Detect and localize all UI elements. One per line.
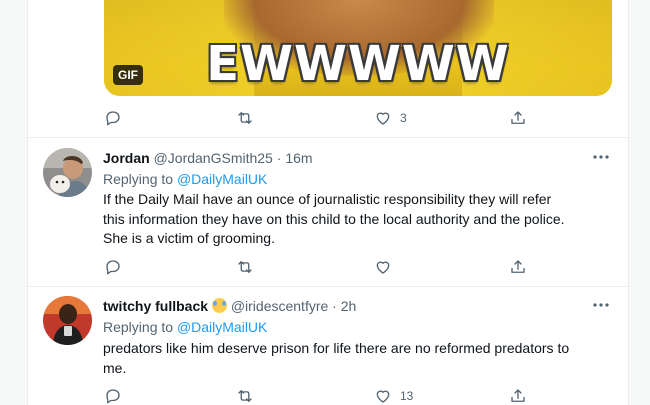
user-handle[interactable]: @JordanGSmith25 (154, 150, 273, 166)
like-button[interactable]: 13 (374, 385, 413, 405)
share-icon (511, 260, 525, 273)
tweet-actions (104, 256, 534, 278)
avatar[interactable] (43, 296, 92, 345)
tweet-text-line: She is a victim of grooming. (103, 230, 275, 246)
reply-button[interactable] (104, 385, 122, 405)
reply-button[interactable] (104, 256, 122, 278)
retweet-icon (238, 112, 252, 124)
like-button[interactable]: 3 (374, 107, 407, 129)
replying-to: Replying to @DailyMailUK (103, 319, 267, 335)
reply-icon (106, 260, 120, 275)
tweet-text: If the Daily Mail have an ounce of journ… (103, 190, 613, 249)
separator: · (332, 298, 337, 314)
avatar-photo (43, 296, 92, 345)
avatar-photo (43, 148, 92, 197)
retweet-button[interactable] (236, 385, 254, 405)
more-icon (593, 303, 609, 307)
gif-badge: GIF (113, 65, 143, 85)
replying-to-label: Replying to (103, 319, 174, 335)
heart-icon (376, 112, 390, 125)
timestamp[interactable]: 2h (341, 298, 357, 314)
timestamp[interactable]: 16m (285, 150, 312, 166)
share-icon (511, 389, 525, 402)
share-button[interactable] (509, 256, 527, 278)
retweet-button[interactable] (236, 107, 254, 129)
share-button[interactable] (509, 385, 527, 405)
mention-link[interactable]: @DailyMailUK (177, 319, 267, 335)
retweet-icon (238, 390, 252, 402)
tweet[interactable]: twitchy fullback @iridescentfyre · 2h Re… (28, 286, 628, 405)
tweet-text-line: predators like him deserve prison for li… (103, 340, 570, 356)
reply-button[interactable] (104, 107, 122, 129)
heart-icon (376, 261, 390, 274)
tweet-text-line: me. (103, 359, 127, 376)
display-name[interactable]: twitchy fullback (103, 298, 208, 314)
like-count: 13 (400, 389, 414, 403)
like-button[interactable] (374, 256, 392, 278)
tweet-text: predators like him deserve prison for li… (103, 339, 613, 378)
like-count: 3 (400, 111, 407, 125)
mention-link[interactable]: @DailyMailUK (177, 171, 267, 187)
heart-icon (376, 390, 390, 403)
display-name[interactable]: Jordan (103, 150, 150, 166)
share-button[interactable] (509, 107, 527, 129)
replying-to-label: Replying to (103, 171, 174, 187)
reply-icon (106, 111, 120, 126)
retweet-button[interactable] (236, 256, 254, 278)
more-icon (593, 155, 609, 159)
tweet-text-line: If the Daily Mail have an ounce of journ… (103, 191, 552, 207)
more-button[interactable] (592, 149, 610, 165)
tweet-actions: 13 (104, 385, 534, 405)
tweet-header: twitchy fullback @iridescentfyre · 2h (103, 298, 356, 314)
gif-media[interactable]: EWWWWW GIF (104, 0, 612, 96)
tweet-text-line: this information they have on this child… (103, 210, 565, 227)
retweet-icon (238, 261, 252, 273)
tweet-header: Jordan @JordanGSmith25 · 16m (103, 150, 313, 166)
more-button[interactable] (592, 297, 610, 313)
gif-tweet-actions: 3 (104, 107, 534, 129)
gif-caption: EWWWWW (206, 36, 510, 92)
reply-icon (106, 389, 120, 404)
avatar[interactable] (43, 148, 92, 197)
share-icon (511, 111, 525, 124)
replying-to: Replying to @DailyMailUK (103, 171, 267, 187)
tweet[interactable]: Jordan @JordanGSmith25 · 16m Replying to… (28, 137, 628, 285)
separator: · (276, 150, 282, 166)
laughing-emoji-icon (211, 298, 227, 313)
user-handle[interactable]: @iridescentfyre (231, 298, 328, 314)
timeline-column: EWWWWW GIF 3 Jordan @JordanGSmith25 · 16… (27, 0, 629, 405)
